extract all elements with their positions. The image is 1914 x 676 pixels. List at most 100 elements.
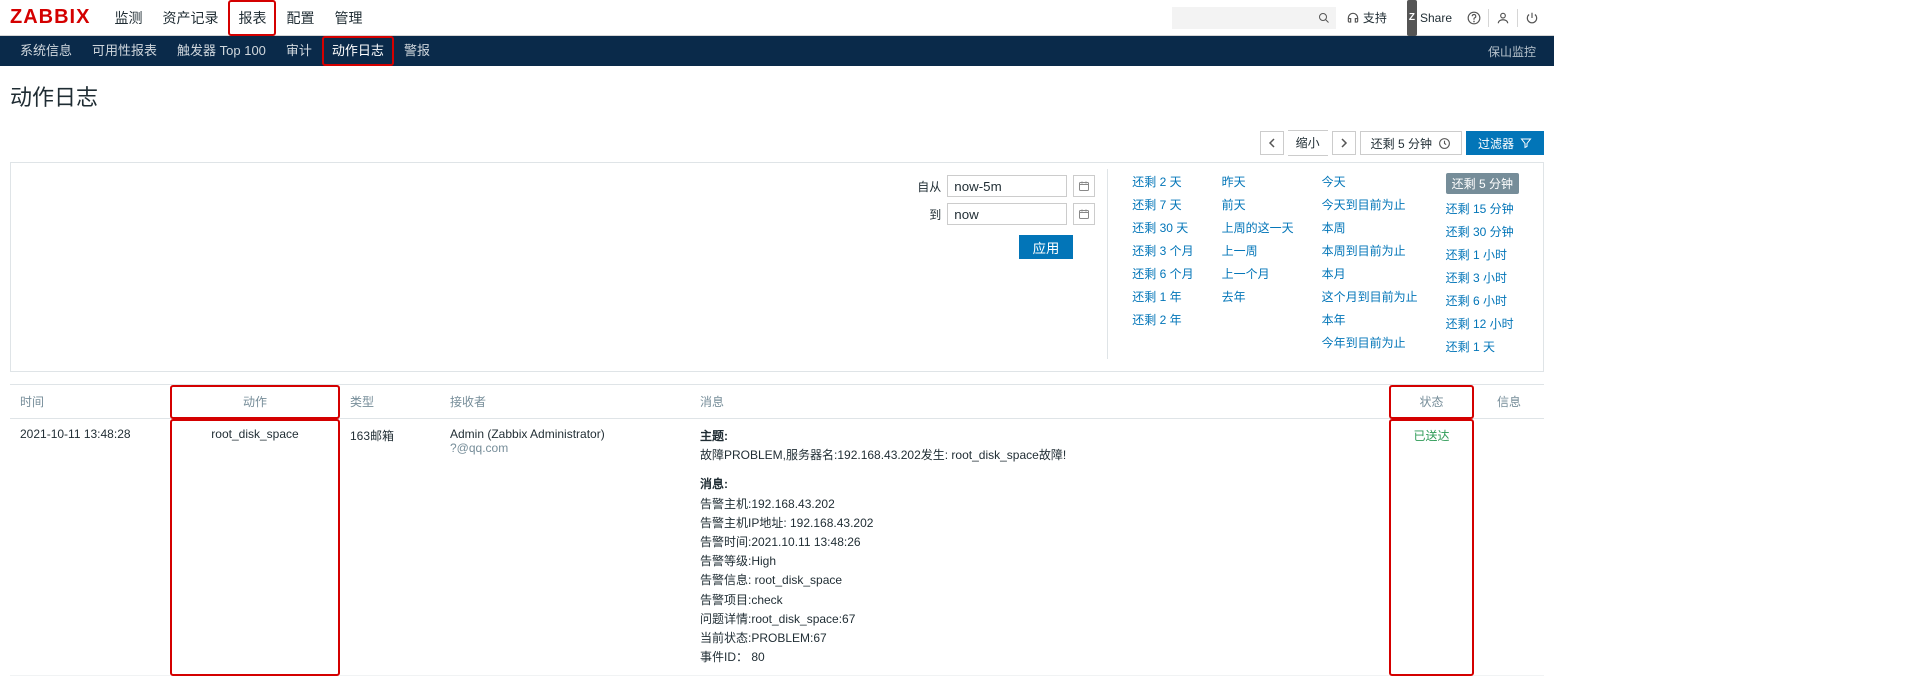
user-icon[interactable] [1491,0,1515,36]
time-prev-button[interactable] [1260,131,1284,155]
msg-line: 当前状态:PROBLEM:67 [700,629,1379,648]
msg-line: 告警主机:192.168.43.202 [700,495,1379,514]
nav-configuration[interactable]: 配置 [276,0,324,36]
preset-link[interactable]: 去年 [1222,288,1294,305]
funnel-icon [1520,137,1532,149]
preset-link[interactable]: 本月 [1322,265,1418,282]
cell-message: 主题: 故障PROBLEM,服务器名:192.168.43.202发生: roo… [690,419,1389,676]
subnav-notifications[interactable]: 警报 [394,36,440,66]
nav-administration[interactable]: 管理 [324,0,372,36]
preset-link[interactable]: 还剩 3 个月 [1132,242,1193,259]
msg-subject-label: 主题: [700,429,728,443]
divider [1517,9,1518,27]
cell-action: root_disk_space [170,419,340,676]
filter-panel: 自从 到 应用 还剩 2 天 还剩 7 天 还剩 30 天 [10,162,1544,372]
zoom-out-button[interactable]: 缩小 [1288,130,1328,156]
th-recipient[interactable]: 接收者 [440,385,690,419]
preset-link[interactable]: 还剩 15 分钟 [1446,200,1519,217]
power-icon[interactable] [1520,0,1544,36]
preset-link[interactable]: 还剩 1 天 [1446,338,1519,355]
th-type[interactable]: 类型 [340,385,440,419]
preset-col-3: 今天 今天到目前为止 本周 本周到目前为止 本月 这个月到目前为止 本年 今年到… [1308,173,1432,355]
preset-link[interactable]: 前天 [1222,196,1294,213]
calendar-icon [1078,180,1090,192]
preset-columns: 还剩 2 天 还剩 7 天 还剩 30 天 还剩 3 个月 还剩 6 个月 还剩… [1107,169,1543,359]
preset-link[interactable]: 还剩 6 小时 [1446,292,1519,309]
from-input[interactable] [947,175,1067,197]
to-calendar[interactable] [1073,203,1095,225]
topbar-right: 支持 Z Share [1172,0,1544,36]
msg-line: 问题详情:root_disk_space:67 [700,610,1379,629]
nav-inventory[interactable]: 资产记录 [152,0,228,36]
to-input[interactable] [947,203,1067,225]
filter-button[interactable]: 过滤器 [1466,131,1544,155]
chevron-right-icon [1339,138,1349,148]
subnav-triggers-top[interactable]: 触发器 Top 100 [167,36,276,66]
msg-subject: 故障PROBLEM,服务器名:192.168.43.202发生: root_di… [700,446,1379,465]
msg-line: 告警主机IP地址: 192.168.43.202 [700,514,1379,533]
recipient-email: ?@qq.com [450,441,680,455]
subnav-system-info[interactable]: 系统信息 [10,36,82,66]
share-link[interactable]: Z Share [1397,0,1462,36]
th-status[interactable]: 状态 [1389,385,1474,419]
support-label: 支持 [1363,0,1387,36]
msg-line: 告警信息: root_disk_space [700,571,1379,590]
preset-link[interactable]: 还剩 2 天 [1132,173,1193,190]
headset-icon [1346,11,1360,25]
msg-line: 告警等级:High [700,552,1379,571]
time-range-pill[interactable]: 还剩 5 分钟 [1360,131,1462,155]
from-calendar[interactable] [1073,175,1095,197]
help-icon[interactable] [1462,0,1486,36]
preset-link-active[interactable]: 还剩 5 分钟 [1446,173,1519,194]
filter-left [11,169,901,359]
page-title: 动作日志 [0,66,1554,130]
preset-col-4: 还剩 5 分钟 还剩 15 分钟 还剩 30 分钟 还剩 1 小时 还剩 3 小… [1432,173,1533,355]
preset-link[interactable]: 今天到目前为止 [1322,196,1418,213]
action-log-table: 时间 动作 类型 接收者 消息 状态 信息 2021-10-11 13:48:2… [10,384,1544,676]
preset-link[interactable]: 上周的这一天 [1222,219,1294,236]
preset-link[interactable]: 还剩 7 天 [1132,196,1193,213]
th-message[interactable]: 消息 [690,385,1389,419]
preset-link[interactable]: 本周到目前为止 [1322,242,1418,259]
subnav-action-log[interactable]: 动作日志 [322,36,394,66]
nav-monitoring[interactable]: 监测 [104,0,152,36]
z-icon: Z [1407,0,1417,36]
preset-link[interactable]: 昨天 [1222,173,1294,190]
nav-reports[interactable]: 报表 [228,0,276,36]
preset-link[interactable]: 还剩 30 天 [1132,219,1193,236]
time-range-label: 还剩 5 分钟 [1371,135,1432,152]
preset-link[interactable]: 还剩 30 分钟 [1446,223,1519,240]
th-action[interactable]: 动作 [170,385,340,419]
preset-link[interactable]: 这个月到目前为止 [1322,288,1418,305]
preset-link[interactable]: 还剩 1 小时 [1446,246,1519,263]
preset-link[interactable]: 上一周 [1222,242,1294,259]
tenant-label: 保山监控 [1480,43,1544,60]
clock-icon [1438,137,1451,150]
status-delivered: 已送达 [1413,429,1449,443]
divider [1488,9,1489,27]
preset-link[interactable]: 本周 [1322,219,1418,236]
preset-link[interactable]: 本年 [1322,311,1418,328]
preset-link[interactable]: 还剩 12 小时 [1446,315,1519,332]
preset-link[interactable]: 今天 [1322,173,1418,190]
subnav-audit[interactable]: 审计 [276,36,322,66]
filter-bar: 缩小 还剩 5 分钟 过滤器 [0,130,1554,162]
preset-link[interactable]: 还剩 1 年 [1132,288,1193,305]
time-next-button[interactable] [1332,131,1356,155]
msg-line: 告警时间:2021.10.11 13:48:26 [700,533,1379,552]
preset-link[interactable]: 还剩 3 小时 [1446,269,1519,286]
main-nav: 监测 资产记录 报表 配置 管理 [104,0,372,36]
preset-link[interactable]: 上一个月 [1222,265,1294,282]
search-button[interactable] [1312,7,1336,29]
th-info[interactable]: 信息 [1474,385,1544,419]
support-link[interactable]: 支持 [1336,0,1397,36]
preset-link[interactable]: 今年到目前为止 [1322,334,1418,351]
apply-button[interactable]: 应用 [1019,235,1074,259]
preset-link[interactable]: 还剩 6 个月 [1132,265,1193,282]
subnav-availability[interactable]: 可用性报表 [82,36,167,66]
preset-link[interactable]: 还剩 2 年 [1132,311,1193,328]
search-input[interactable] [1172,7,1312,29]
cell-info [1474,419,1544,676]
msg-body-label: 消息: [700,477,728,491]
th-time[interactable]: 时间 [10,385,170,419]
